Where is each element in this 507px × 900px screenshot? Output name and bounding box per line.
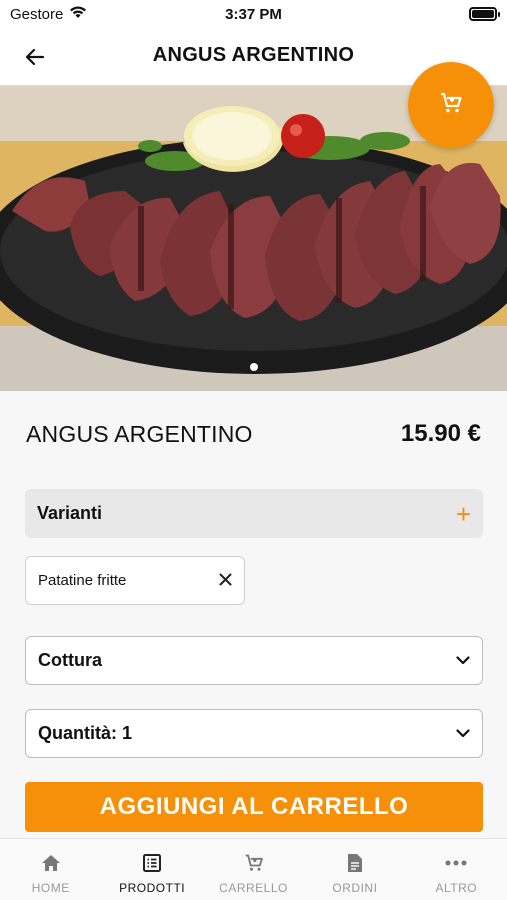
tab-label: CARRELLO [219,881,288,895]
variants-label: Varianti [37,503,103,523]
add-to-cart-button[interactable]: AGGIUNGI AL CARRELLO [25,782,483,832]
document-icon [347,853,363,873]
battery-icon [469,7,500,21]
tab-more[interactable]: ALTRO [406,839,507,900]
home-icon [41,853,61,873]
product-header: ANGUS ARGENTINO 15.90 € [26,420,481,448]
chevron-down-icon [456,725,470,743]
plus-icon[interactable]: + [456,501,471,527]
tab-home[interactable]: HOME [0,839,101,900]
tab-cart[interactable]: CARRELLO [203,839,304,900]
tab-products[interactable]: PRODOTTI [101,839,202,900]
more-dots-icon [445,853,467,873]
tab-orders[interactable]: ORDINI [304,839,405,900]
carousel-indicator [0,363,507,371]
tab-label: HOME [31,881,70,895]
menu-list-icon [143,853,162,873]
page-title: ANGUS ARGENTINO [152,44,355,66]
cooking-select[interactable]: Cottura [25,636,483,685]
carousel-dot [249,363,258,371]
tab-label: ALTRO [435,881,478,895]
tab-label: PRODOTTI [119,881,186,895]
cart-icon [439,91,463,120]
variants-section[interactable]: Varianti + [25,489,483,538]
clock: 3:37 PM [225,6,282,23]
product-name: ANGUS ARGENTINO [26,420,253,447]
close-icon[interactable] [219,569,232,592]
cooking-label: Cottura [38,650,102,670]
variant-chip: Patatine fritte [25,556,245,605]
tab-label: ORDINI [332,881,378,895]
floating-cart-button[interactable] [408,62,494,148]
product-price: 15.90 € [400,420,481,447]
bottom-tab-bar: HOME PRODOTTI CARRELLO ORDINI ALTRO [0,838,507,900]
cart-icon [244,853,264,873]
quantity-select[interactable]: Quantità: 1 [25,709,483,758]
variant-chip-label: Patatine fritte [38,572,127,589]
quantity-label: Quantità: 1 [38,723,133,743]
status-bar: Gestore 3:37 PM [0,0,507,28]
chevron-down-icon [456,652,470,670]
